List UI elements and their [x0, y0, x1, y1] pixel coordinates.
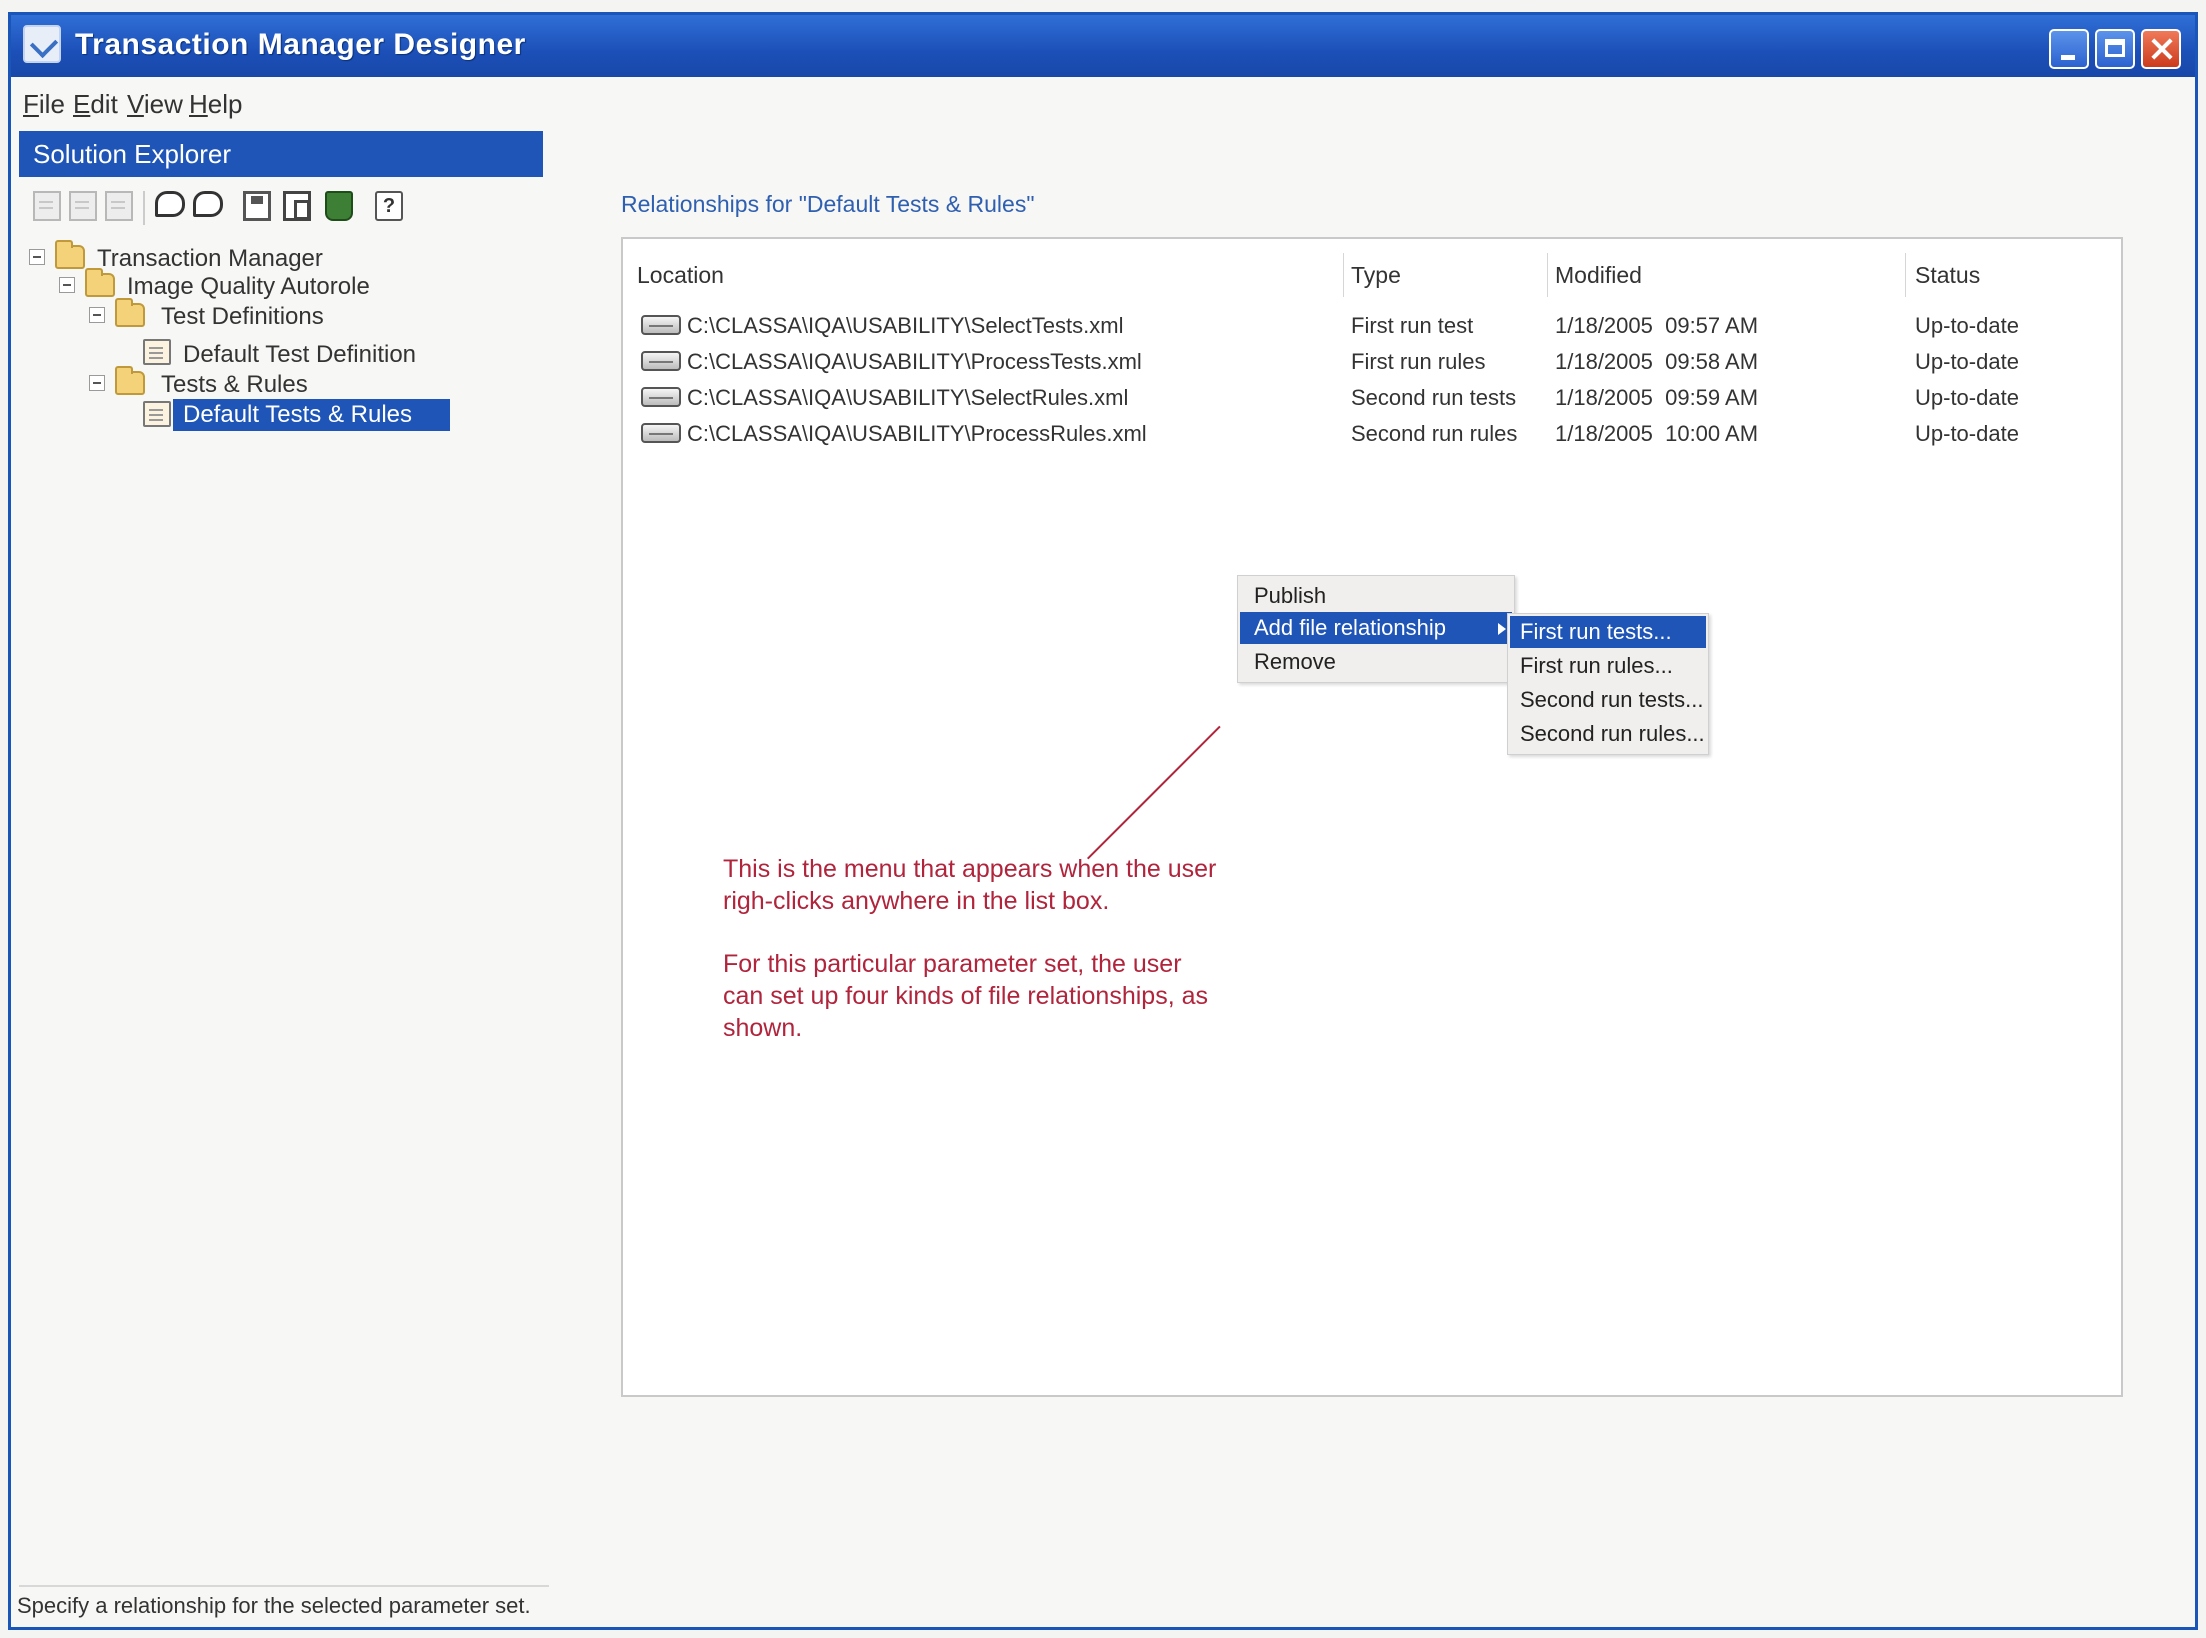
toolbar-separator: [143, 191, 145, 225]
app-window: Transaction Manager Designer File Edit V…: [8, 12, 2198, 1630]
cell-status: Up-to-date: [1915, 313, 2019, 338]
cell-type: First run rules: [1351, 349, 1486, 374]
maximize-button[interactable]: [2095, 29, 2135, 69]
solution-tree: Transaction Manager Image Quality Autoro…: [25, 240, 545, 1541]
menu-file[interactable]: File: [23, 89, 65, 120]
cell-type: Second run rules: [1351, 421, 1518, 446]
column-header-status[interactable]: Status: [1915, 253, 1980, 297]
app-icon: [23, 25, 61, 63]
folder-icon: [55, 240, 85, 269]
link-icon[interactable]: [105, 191, 133, 221]
cell-status: Up-to-date: [1915, 349, 2019, 374]
tree-label: Image Quality Autorole: [127, 273, 370, 300]
annotation-text-line: can set up four kinds of file relationsh…: [723, 982, 1208, 1010]
submenu-item-second-run-rules[interactable]: Second run rules...: [1510, 718, 1706, 750]
status-bar: Specify a relationship for the selected …: [17, 1593, 531, 1618]
save-icon[interactable]: [243, 191, 271, 221]
submenu-item-first-run-tests[interactable]: First run tests...: [1510, 616, 1706, 648]
title-bar[interactable]: Transaction Manager Designer: [11, 15, 2195, 77]
cell-location: C:\CLASSA\IQA\USABILITY\ProcessRules.xml: [687, 421, 1147, 446]
cell-location: C:\CLASSA\IQA\USABILITY\ProcessTests.xml: [687, 349, 1142, 374]
drive-icon: [641, 315, 681, 335]
speech-bubble-icon[interactable]: [193, 191, 223, 217]
column-header-modified[interactable]: Modified: [1555, 253, 1642, 297]
menu-view[interactable]: View: [127, 89, 183, 120]
tree-label: Transaction Manager: [97, 245, 323, 272]
tree-label: Default Test Definition: [183, 341, 417, 368]
folder-icon: [85, 268, 115, 297]
document-icon: [143, 339, 171, 365]
drive-icon: [641, 351, 681, 371]
cell-modified: 1/18/2005 09:58 AM: [1555, 349, 1759, 374]
trash-icon[interactable]: [325, 191, 353, 221]
folder-icon: [115, 366, 145, 395]
column-divider[interactable]: [1905, 253, 1906, 297]
speech-bubble-icon[interactable]: [155, 191, 185, 217]
add-relationship-submenu: First run tests... First run rules... Se…: [1507, 613, 1709, 755]
submenu-item-second-run-tests[interactable]: Second run tests...: [1510, 684, 1706, 716]
menu-help[interactable]: Help: [189, 89, 242, 120]
folder-icon: [115, 298, 145, 327]
tree-label: Test Definitions: [161, 303, 324, 330]
status-separator: [19, 1585, 549, 1587]
new-document-icon[interactable]: [33, 191, 61, 221]
cell-modified: 1/18/2005 09:59 AM: [1555, 385, 1759, 410]
minimize-button[interactable]: [2049, 29, 2089, 69]
collapse-icon[interactable]: [29, 249, 45, 265]
menu-item-remove[interactable]: Remove: [1240, 646, 1512, 678]
annotation-text-line: righ-clicks anywhere in the list box.: [723, 887, 1110, 915]
relationships-list[interactable]: Location Type Modified Status C:\CLASSA\…: [621, 237, 2123, 1397]
solution-explorer-header: Solution Explorer: [19, 131, 543, 177]
column-divider[interactable]: [1343, 253, 1344, 297]
menu-item-publish[interactable]: Publish: [1240, 580, 1512, 612]
annotation-text-line: shown.: [723, 1014, 803, 1042]
cell-location: C:\CLASSA\IQA\USABILITY\SelectRules.xml: [687, 385, 1129, 410]
menu-edit[interactable]: Edit: [73, 89, 118, 120]
help-icon[interactable]: ?: [375, 191, 403, 221]
relationships-title: Relationships for "Default Tests & Rules…: [621, 191, 1035, 217]
document-icon: [143, 401, 171, 427]
column-divider[interactable]: [1547, 253, 1548, 297]
cell-location: C:\CLASSA\IQA\USABILITY\SelectTests.xml: [687, 313, 1124, 338]
cell-modified: 1/18/2005 09:57 AM: [1555, 313, 1759, 338]
collapse-icon[interactable]: [89, 375, 105, 391]
cell-status: Up-to-date: [1915, 385, 2019, 410]
drive-icon: [641, 387, 681, 407]
menu-item-add-file-relationship[interactable]: Add file relationship: [1240, 612, 1512, 644]
collapse-icon[interactable]: [89, 307, 105, 323]
column-header-type[interactable]: Type: [1351, 253, 1401, 297]
menu-item-label: Add file relationship: [1254, 615, 1447, 640]
solution-explorer-toolbar: ?: [25, 185, 545, 231]
table-row[interactable]: C:\CLASSA\IQA\USABILITY\ProcessRules.xml…: [637, 417, 2107, 453]
menu-bar: File Edit View Help: [11, 77, 2195, 125]
context-menu: Publish Add file relationship Remove: [1237, 575, 1515, 683]
cell-status: Up-to-date: [1915, 421, 2019, 446]
open-document-icon[interactable]: [69, 191, 97, 221]
table-row[interactable]: C:\CLASSA\IQA\USABILITY\SelectTests.xml …: [637, 309, 2107, 345]
submenu-arrow-icon: [1498, 623, 1506, 635]
tree-label: Tests & Rules: [161, 371, 308, 398]
submenu-item-first-run-rules[interactable]: First run rules...: [1510, 650, 1706, 682]
annotation-text-line: For this particular parameter set, the u…: [723, 950, 1182, 978]
column-header-location[interactable]: Location: [637, 253, 724, 297]
window-title: Transaction Manager Designer: [75, 28, 526, 61]
annotation-text-line: This is the menu that appears when the u…: [723, 855, 1217, 883]
drive-icon: [641, 423, 681, 443]
collapse-icon[interactable]: [59, 277, 75, 293]
table-row[interactable]: C:\CLASSA\IQA\USABILITY\SelectRules.xml …: [637, 381, 2107, 417]
close-button[interactable]: [2141, 29, 2181, 69]
cell-type: Second run tests: [1351, 385, 1517, 410]
table-row[interactable]: C:\CLASSA\IQA\USABILITY\ProcessTests.xml…: [637, 345, 2107, 381]
cell-modified: 1/18/2005 10:00 AM: [1555, 421, 1759, 446]
copy-icon[interactable]: [283, 191, 311, 221]
cell-type: First run test: [1351, 313, 1474, 338]
tree-label-selected: Default Tests & Rules: [173, 399, 450, 431]
